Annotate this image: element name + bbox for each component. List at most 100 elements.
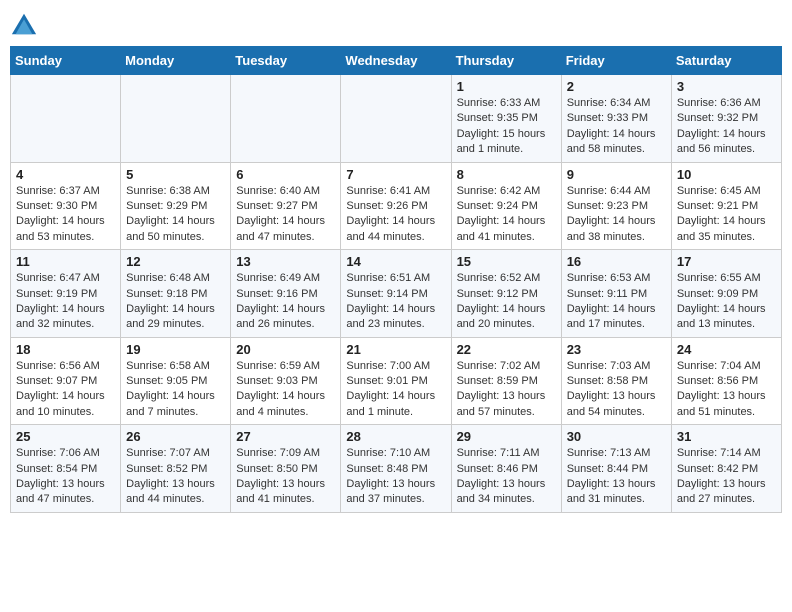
day-info: Sunrise: 7:11 AMSunset: 8:46 PMDaylight:… bbox=[457, 446, 556, 508]
col-header-sunday: Sunday bbox=[11, 47, 121, 75]
calendar-cell bbox=[341, 75, 451, 163]
calendar-cell: 11Sunrise: 6:47 AMSunset: 9:19 PMDayligh… bbox=[11, 250, 121, 338]
calendar-cell: 30 Sunrise: 7:13 AMSunset: 8:44 PMDayligh… bbox=[561, 425, 671, 513]
day-info: Sunrise: 7:14 AMSunset: 8:42 PMDaylight:… bbox=[677, 446, 776, 508]
day-number: 10 bbox=[677, 167, 776, 182]
day-number: 9 bbox=[567, 167, 666, 182]
day-info: Sunrise: 6:40 AMSunset: 9:27 PMDaylight:… bbox=[236, 184, 335, 246]
calendar-cell: 7Sunrise: 6:41 AMSunset: 9:26 PMDaylight… bbox=[341, 162, 451, 250]
calendar-table: SundayMondayTuesdayWednesdayThursdayFrid… bbox=[10, 46, 782, 513]
calendar-cell: 14 Sunrise: 6:51 AMSunset: 9:14 PMDayligh… bbox=[341, 250, 451, 338]
col-header-monday: Monday bbox=[121, 47, 231, 75]
col-header-wednesday: Wednesday bbox=[341, 47, 451, 75]
calendar-cell: 17 Sunrise: 6:55 AMSunset: 9:09 PMDayligh… bbox=[671, 250, 781, 338]
day-info: Sunrise: 7:09 AMSunset: 8:50 PMDaylight:… bbox=[236, 446, 335, 508]
calendar-row: 4 Sunrise: 6:37 AMSunset: 9:30 PMDaylight… bbox=[11, 162, 782, 250]
calendar-row: 11Sunrise: 6:47 AMSunset: 9:19 PMDayligh… bbox=[11, 250, 782, 338]
calendar-cell: 31Sunrise: 7:14 AMSunset: 8:42 PMDayligh… bbox=[671, 425, 781, 513]
day-number: 24 bbox=[677, 342, 776, 357]
day-number: 28 bbox=[346, 429, 445, 444]
day-info: Sunrise: 6:45 AMSunset: 9:21 PMDaylight:… bbox=[677, 184, 776, 246]
day-info: Sunrise: 6:56 AMSunset: 9:07 PMDaylight:… bbox=[16, 359, 115, 421]
day-info: Sunrise: 6:47 AMSunset: 9:19 PMDaylight:… bbox=[16, 271, 115, 333]
calendar-cell bbox=[11, 75, 121, 163]
calendar-cell: 15 Sunrise: 6:52 AMSunset: 9:12 PMDayligh… bbox=[451, 250, 561, 338]
day-number: 27 bbox=[236, 429, 335, 444]
day-info: Sunrise: 6:33 AMSunset: 9:35 PMDaylight:… bbox=[457, 96, 556, 158]
calendar-cell bbox=[231, 75, 341, 163]
day-info: Sunrise: 6:34 AMSunset: 9:33 PMDaylight:… bbox=[567, 96, 666, 158]
calendar-cell: 13Sunrise: 6:49 AMSunset: 9:16 PMDayligh… bbox=[231, 250, 341, 338]
calendar-row: 18 Sunrise: 6:56 AMSunset: 9:07 PMDayligh… bbox=[11, 337, 782, 425]
day-number: 6 bbox=[236, 167, 335, 182]
calendar-cell bbox=[121, 75, 231, 163]
day-info: Sunrise: 6:58 AMSunset: 9:05 PMDaylight:… bbox=[126, 359, 225, 421]
day-number: 5 bbox=[126, 167, 225, 182]
calendar-cell: 26Sunrise: 7:07 AMSunset: 8:52 PMDayligh… bbox=[121, 425, 231, 513]
day-number: 19 bbox=[126, 342, 225, 357]
calendar-cell: 4 Sunrise: 6:37 AMSunset: 9:30 PMDaylight… bbox=[11, 162, 121, 250]
day-number: 25 bbox=[16, 429, 115, 444]
day-info: Sunrise: 7:06 AMSunset: 8:54 PMDaylight:… bbox=[16, 446, 115, 508]
day-info: Sunrise: 6:48 AMSunset: 9:18 PMDaylight:… bbox=[126, 271, 225, 333]
col-header-saturday: Saturday bbox=[671, 47, 781, 75]
day-info: Sunrise: 6:53 AMSunset: 9:11 PMDaylight:… bbox=[567, 271, 666, 333]
logo-icon bbox=[10, 10, 38, 38]
calendar-header: SundayMondayTuesdayWednesdayThursdayFrid… bbox=[11, 47, 782, 75]
day-info: Sunrise: 6:51 AMSunset: 9:14 PMDaylight:… bbox=[346, 271, 445, 333]
calendar-cell: 22Sunrise: 7:02 AMSunset: 8:59 PMDayligh… bbox=[451, 337, 561, 425]
day-number: 15 bbox=[457, 254, 556, 269]
day-info: Sunrise: 6:55 AMSunset: 9:09 PMDaylight:… bbox=[677, 271, 776, 333]
calendar-cell: 29 Sunrise: 7:11 AMSunset: 8:46 PMDayligh… bbox=[451, 425, 561, 513]
day-info: Sunrise: 6:44 AMSunset: 9:23 PMDaylight:… bbox=[567, 184, 666, 246]
day-info: Sunrise: 7:03 AMSunset: 8:58 PMDaylight:… bbox=[567, 359, 666, 421]
calendar-cell: 20 Sunrise: 6:59 AMSunset: 9:03 PMDayligh… bbox=[231, 337, 341, 425]
day-info: Sunrise: 6:38 AMSunset: 9:29 PMDaylight:… bbox=[126, 184, 225, 246]
day-number: 26 bbox=[126, 429, 225, 444]
calendar-cell: 5 Sunrise: 6:38 AMSunset: 9:29 PMDaylight… bbox=[121, 162, 231, 250]
day-number: 30 bbox=[567, 429, 666, 444]
day-info: Sunrise: 7:00 AMSunset: 9:01 PMDaylight:… bbox=[346, 359, 445, 421]
day-number: 29 bbox=[457, 429, 556, 444]
day-info: Sunrise: 7:13 AMSunset: 8:44 PMDaylight:… bbox=[567, 446, 666, 508]
calendar-row: 1 Sunrise: 6:33 AMSunset: 9:35 PMDaylight… bbox=[11, 75, 782, 163]
calendar-cell: 18 Sunrise: 6:56 AMSunset: 9:07 PMDayligh… bbox=[11, 337, 121, 425]
calendar-cell: 28 Sunrise: 7:10 AMSunset: 8:48 PMDayligh… bbox=[341, 425, 451, 513]
day-number: 14 bbox=[346, 254, 445, 269]
calendar-cell: 8 Sunrise: 6:42 AMSunset: 9:24 PMDaylight… bbox=[451, 162, 561, 250]
calendar-cell: 27 Sunrise: 7:09 AMSunset: 8:50 PMDayligh… bbox=[231, 425, 341, 513]
day-number: 17 bbox=[677, 254, 776, 269]
calendar-cell: 12Sunrise: 6:48 AMSunset: 9:18 PMDayligh… bbox=[121, 250, 231, 338]
calendar-cell: 16Sunrise: 6:53 AMSunset: 9:11 PMDayligh… bbox=[561, 250, 671, 338]
page-header bbox=[10, 10, 782, 38]
calendar-cell: 19 Sunrise: 6:58 AMSunset: 9:05 PMDayligh… bbox=[121, 337, 231, 425]
day-number: 21 bbox=[346, 342, 445, 357]
calendar-cell: 24 Sunrise: 7:04 AMSunset: 8:56 PMDayligh… bbox=[671, 337, 781, 425]
day-info: Sunrise: 6:52 AMSunset: 9:12 PMDaylight:… bbox=[457, 271, 556, 333]
day-number: 3 bbox=[677, 79, 776, 94]
day-number: 1 bbox=[457, 79, 556, 94]
calendar-cell: 10 Sunrise: 6:45 AMSunset: 9:21 PMDayligh… bbox=[671, 162, 781, 250]
day-number: 2 bbox=[567, 79, 666, 94]
day-info: Sunrise: 6:49 AMSunset: 9:16 PMDaylight:… bbox=[236, 271, 335, 333]
calendar-cell: 9 Sunrise: 6:44 AMSunset: 9:23 PMDaylight… bbox=[561, 162, 671, 250]
day-info: Sunrise: 7:04 AMSunset: 8:56 PMDaylight:… bbox=[677, 359, 776, 421]
day-number: 4 bbox=[16, 167, 115, 182]
calendar-cell: 25 Sunrise: 7:06 AMSunset: 8:54 PMDayligh… bbox=[11, 425, 121, 513]
day-number: 18 bbox=[16, 342, 115, 357]
calendar-row: 25 Sunrise: 7:06 AMSunset: 8:54 PMDayligh… bbox=[11, 425, 782, 513]
col-header-tuesday: Tuesday bbox=[231, 47, 341, 75]
day-number: 8 bbox=[457, 167, 556, 182]
day-number: 23 bbox=[567, 342, 666, 357]
day-info: Sunrise: 7:10 AMSunset: 8:48 PMDaylight:… bbox=[346, 446, 445, 508]
day-info: Sunrise: 6:59 AMSunset: 9:03 PMDaylight:… bbox=[236, 359, 335, 421]
calendar-cell: 23 Sunrise: 7:03 AMSunset: 8:58 PMDayligh… bbox=[561, 337, 671, 425]
day-number: 20 bbox=[236, 342, 335, 357]
day-number: 7 bbox=[346, 167, 445, 182]
day-info: Sunrise: 7:02 AMSunset: 8:59 PMDaylight:… bbox=[457, 359, 556, 421]
logo bbox=[10, 10, 42, 38]
calendar-cell: 1 Sunrise: 6:33 AMSunset: 9:35 PMDaylight… bbox=[451, 75, 561, 163]
calendar-cell: 3Sunrise: 6:36 AMSunset: 9:32 PMDaylight… bbox=[671, 75, 781, 163]
day-info: Sunrise: 6:37 AMSunset: 9:30 PMDaylight:… bbox=[16, 184, 115, 246]
day-info: Sunrise: 6:42 AMSunset: 9:24 PMDaylight:… bbox=[457, 184, 556, 246]
